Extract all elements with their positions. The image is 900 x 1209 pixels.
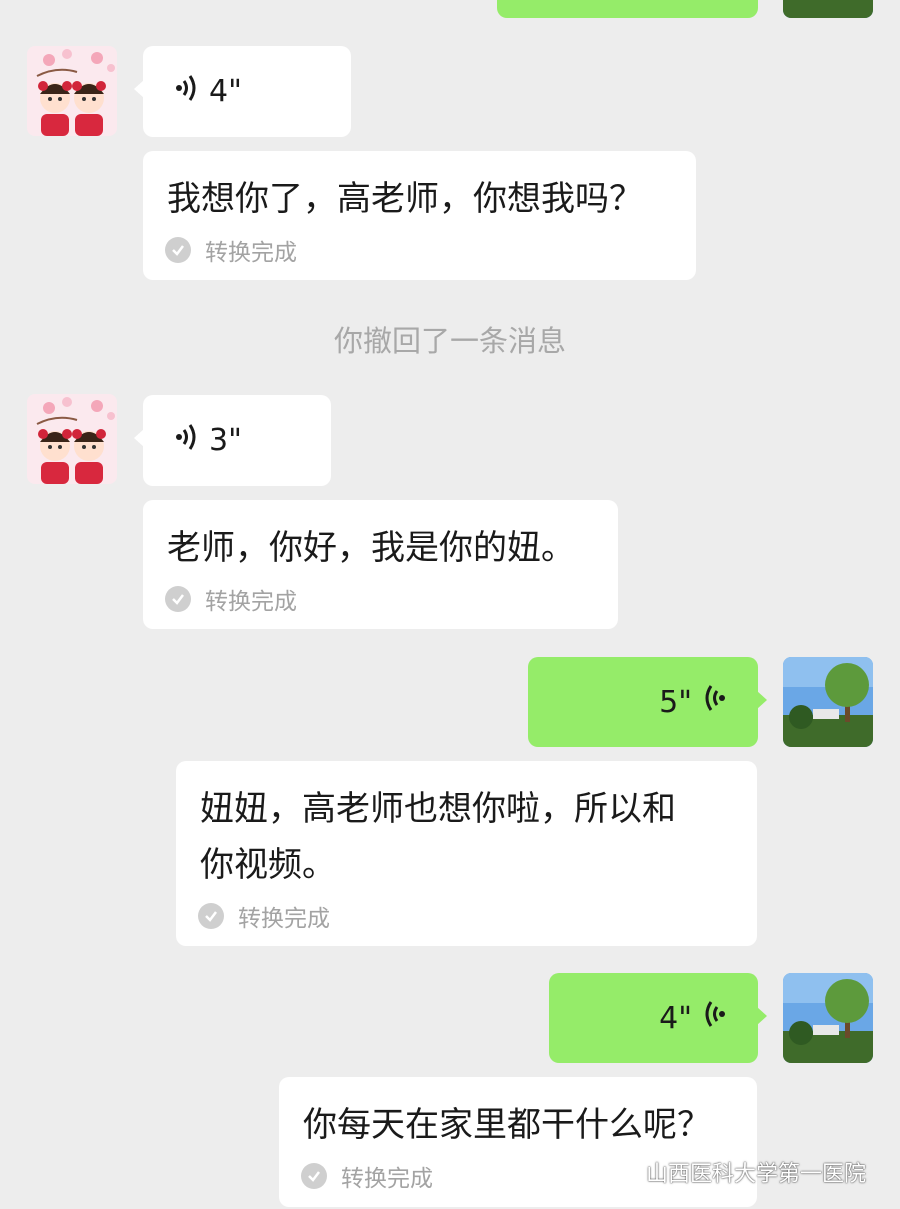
outgoing-bubble-partial[interactable] (497, 0, 758, 18)
transcript-bubble[interactable]: 我想你了，高老师，你想我吗？ 转换完成 (143, 151, 696, 280)
conversion-status: 转换完成 (143, 233, 696, 267)
check-circle-icon (198, 903, 224, 929)
check-circle-icon (301, 1163, 327, 1189)
conversion-status: 转换完成 (176, 899, 757, 933)
conversion-status-label: 转换完成 (205, 589, 297, 615)
voice-wave-icon (702, 684, 726, 720)
conversion-status-label: 转换完成 (341, 1166, 433, 1192)
watermark-text: 山西医科大学第一医院 (646, 1162, 867, 1187)
voice-wave-icon (175, 423, 199, 459)
voice-wave-icon (175, 74, 199, 110)
conversion-status: 转换完成 (143, 582, 618, 616)
avatar-self[interactable] (783, 973, 873, 1063)
voice-duration: 5" (659, 684, 692, 720)
avatar-contact[interactable] (27, 46, 117, 136)
voice-bubble-outgoing[interactable]: 5" (528, 657, 767, 747)
recall-notice: 你撤回了一条消息 (333, 324, 566, 358)
transcript-line: 妞妞，高老师也想你啦，所以和 (200, 789, 676, 829)
avatar-self[interactable] (783, 0, 873, 18)
avatar-contact[interactable] (27, 394, 117, 484)
voice-bubble-incoming[interactable]: 3" (134, 395, 331, 486)
transcript-bubble[interactable]: 妞妞，高老师也想你啦，所以和 你视频。 转换完成 (176, 761, 757, 946)
transcript-text: 妞妞，高老师也想你啦，所以和 你视频。 (176, 761, 757, 893)
watermark: 山西医科大学第一医院 (618, 1156, 866, 1188)
voice-duration: 3" (209, 423, 242, 458)
transcript-text: 你每天在家里都干什么呢？ (303, 1105, 711, 1145)
wechat-logo-icon (618, 1161, 640, 1183)
check-circle-icon (165, 586, 191, 612)
voice-duration: 4" (659, 1000, 692, 1036)
conversion-status-label: 转换完成 (205, 240, 297, 266)
conversion-status-label: 转换完成 (238, 906, 330, 932)
avatar-self[interactable] (783, 657, 873, 747)
transcript-bubble[interactable]: 老师，你好，我是你的妞。 转换完成 (143, 500, 618, 629)
voice-duration: 4" (209, 74, 242, 109)
transcript-line: 你视频。 (200, 845, 336, 885)
voice-wave-icon (702, 1000, 726, 1036)
voice-bubble-outgoing[interactable]: 4" (549, 973, 767, 1063)
transcript-text: 我想你了，高老师，你想我吗？ (167, 179, 643, 219)
voice-bubble-incoming[interactable]: 4" (134, 46, 351, 137)
check-circle-icon (165, 237, 191, 263)
transcript-text: 老师，你好，我是你的妞。 (167, 528, 575, 568)
